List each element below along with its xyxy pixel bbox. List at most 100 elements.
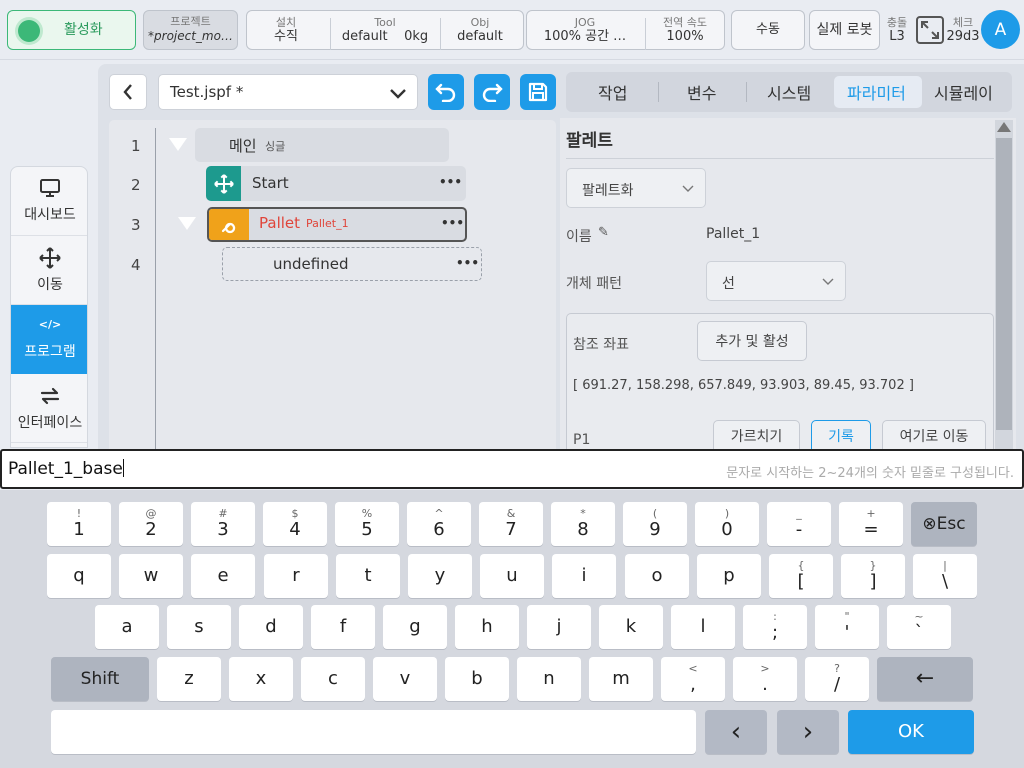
save-button[interactable] (520, 74, 556, 110)
edit-pencil-icon[interactable]: ✎ (598, 225, 609, 240)
key-p[interactable]: p (697, 554, 761, 598)
key-=[interactable]: + = (839, 502, 903, 546)
key-1[interactable]: ! 1 (47, 502, 111, 546)
key-m[interactable]: m (589, 657, 653, 701)
palletize-type-select[interactable]: 팔레트화 (566, 168, 706, 208)
key-;[interactable]: :; (743, 605, 807, 649)
button-label: 추가 및 활성 (715, 334, 789, 350)
key-`[interactable]: ~ ` (887, 605, 951, 649)
key-[[interactable]: {[ (769, 554, 833, 598)
key-h[interactable]: h (455, 605, 519, 649)
key--[interactable]: _ - (767, 502, 831, 546)
escape-key[interactable]: ⊗Esc (911, 502, 977, 546)
key-u[interactable]: u (480, 554, 544, 598)
key-f[interactable]: f (311, 605, 375, 649)
collision-group[interactable]: 충돌 L3 (884, 10, 910, 50)
teach-button[interactable]: 가르치기 (713, 420, 800, 452)
key-r[interactable]: r (264, 554, 328, 598)
check-value: 29d3 (946, 28, 980, 44)
key-e[interactable]: e (191, 554, 255, 598)
key-5[interactable]: % 5 (335, 502, 399, 546)
tab-simulation[interactable]: 시뮬레이 (934, 80, 993, 104)
user-avatar[interactable]: A (981, 10, 1020, 49)
scroll-up-arrow-icon[interactable] (997, 122, 1011, 132)
cursor-left-key[interactable]: ‹ (705, 710, 767, 754)
file-selector[interactable]: Test.jspf * (158, 74, 418, 110)
tree-node-pallet[interactable]: Pallet Pallet_1 ••• (207, 207, 467, 242)
key-6[interactable]: ^ 6 (407, 502, 471, 546)
record-button[interactable]: 기록 (811, 420, 871, 452)
activate-toggle[interactable]: 활성화 (7, 10, 136, 50)
key-label: . (762, 674, 768, 695)
key-7[interactable]: & 7 (479, 502, 543, 546)
more-options-icon[interactable]: ••• (441, 216, 464, 230)
key-o[interactable]: o (625, 554, 689, 598)
key-,[interactable]: <, (661, 657, 725, 701)
key-t[interactable]: t (336, 554, 400, 598)
redo-button[interactable] (474, 74, 510, 110)
add-activate-button[interactable]: 추가 및 활성 (697, 321, 807, 361)
key-j[interactable]: j (527, 605, 591, 649)
key-i[interactable]: i (552, 554, 616, 598)
space-key[interactable] (51, 710, 696, 754)
sidebar-item-label: 프로그램 (24, 344, 76, 360)
key-k[interactable]: k (599, 605, 663, 649)
key-q[interactable]: q (47, 554, 111, 598)
key-][interactable]: }] (841, 554, 905, 598)
more-options-icon[interactable]: ••• (456, 256, 479, 270)
move-here-button[interactable]: 여기로 이동 (882, 420, 986, 452)
key-v[interactable]: v (373, 657, 437, 701)
check-group[interactable]: 체크 29d3 (946, 10, 980, 50)
more-options-icon[interactable]: ••• (439, 175, 462, 189)
key-label: j (556, 616, 562, 637)
tab-system[interactable]: 시스템 (767, 80, 811, 104)
key-x[interactable]: x (229, 657, 293, 701)
key-'[interactable]: " ' (815, 605, 879, 649)
key-w[interactable]: w (119, 554, 183, 598)
sidebar-item-program[interactable]: </> 프로그램 (11, 305, 87, 374)
key-l[interactable]: l (671, 605, 735, 649)
key-2[interactable]: @2 (119, 502, 183, 546)
project-selector[interactable]: 프로젝트 *project_mo… (143, 10, 238, 50)
back-button[interactable] (109, 74, 147, 110)
tree-node-undefined[interactable]: undefined ••• (222, 247, 482, 281)
tree-node-main[interactable]: 메인 싱글 (195, 128, 449, 162)
keyboard-input-field[interactable]: Pallet_1_base 문자로 시작하는 2~24개의 숫자 밑줄로 구성됩… (0, 449, 1024, 489)
key-0[interactable]: ) 0 (695, 502, 759, 546)
sidebar-item-interface[interactable]: 인터페이스 (11, 374, 87, 443)
key-n[interactable]: n (517, 657, 581, 701)
undo-button[interactable] (428, 74, 464, 110)
tree-toggle-icon[interactable] (178, 217, 196, 230)
key-.[interactable]: >. (733, 657, 797, 701)
cursor-right-key[interactable]: › (777, 710, 839, 754)
real-robot-button[interactable]: 실제 로봇 (809, 10, 880, 50)
key-b[interactable]: b (445, 657, 509, 701)
key-z[interactable]: z (157, 657, 221, 701)
key-8[interactable]: * 8 (551, 502, 615, 546)
tab-parameters[interactable]: 파라미터 (847, 80, 906, 104)
sidebar-item-move[interactable]: 이동 (11, 236, 87, 305)
key-4[interactable]: $4 (263, 502, 327, 546)
key-c[interactable]: c (301, 657, 365, 701)
tree-node-start[interactable]: Start ••• (206, 166, 466, 201)
key-y[interactable]: y (408, 554, 472, 598)
key-9[interactable]: (9 (623, 502, 687, 546)
backspace-key[interactable]: ← (877, 657, 973, 701)
sidebar-item-dashboard[interactable]: 대시보드 (11, 167, 87, 236)
ok-button[interactable]: OK (848, 710, 974, 754)
pattern-select[interactable]: 선 (706, 261, 846, 301)
manual-mode-button[interactable]: 수동 (731, 10, 805, 50)
tree-toggle-icon[interactable] (169, 138, 187, 151)
key-3[interactable]: #3 (191, 502, 255, 546)
fullscreen-icon[interactable] (915, 15, 945, 45)
shift-key[interactable]: Shift (51, 657, 149, 701)
tab-variables[interactable]: 변수 (687, 80, 716, 104)
scrollbar-thumb[interactable] (996, 138, 1012, 430)
key-backslash[interactable]: | \ (913, 554, 977, 598)
key-s[interactable]: s (167, 605, 231, 649)
key-a[interactable]: a (95, 605, 159, 649)
key-/[interactable]: ? / (805, 657, 869, 701)
key-d[interactable]: d (239, 605, 303, 649)
key-g[interactable]: g (383, 605, 447, 649)
tab-task[interactable]: 작업 (598, 80, 627, 104)
